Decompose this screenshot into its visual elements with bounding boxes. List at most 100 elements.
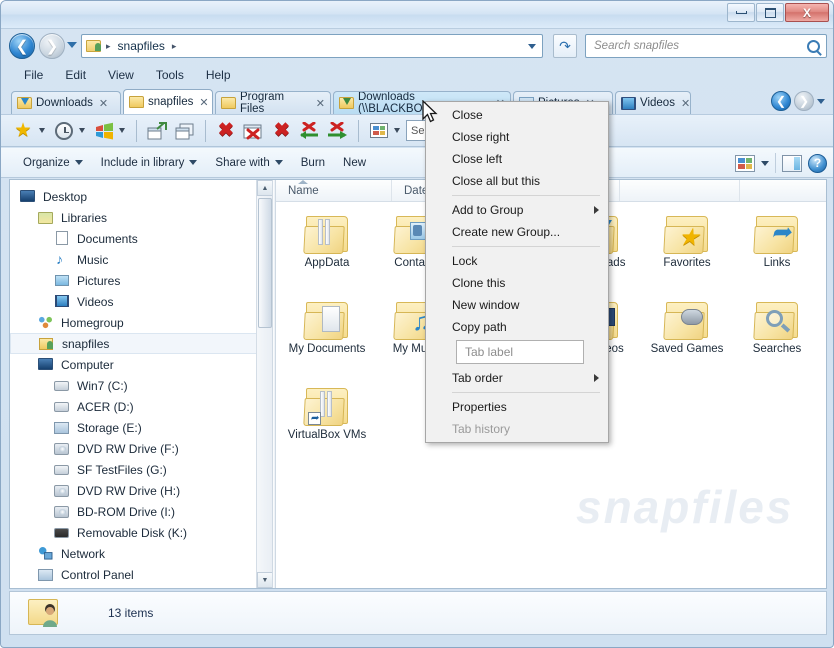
ctx-tab-order[interactable]: Tab order <box>426 367 608 389</box>
favorites-star-button[interactable]: ★ <box>11 118 37 144</box>
tree-item-videos[interactable]: Videos <box>10 291 272 312</box>
tab-close-icon[interactable]: ✕ <box>316 97 325 110</box>
share-with-button[interactable]: Share with <box>207 153 290 173</box>
preview-pane-icon[interactable] <box>782 154 802 172</box>
tree-item-sf-testfiles-g[interactable]: SF TestFiles (G:) <box>10 459 272 480</box>
breadcrumb-bar[interactable]: ▸ snapfiles ▸ <box>81 34 543 58</box>
ctx-create-new-group[interactable]: Create new Group... <box>426 221 608 243</box>
tab-list-dropdown-icon[interactable] <box>817 98 825 104</box>
tab-snapfiles[interactable]: snapfiles ✕ <box>123 89 213 114</box>
menu-tools[interactable]: Tools <box>147 65 193 85</box>
ctx-lock[interactable]: Lock <box>426 250 608 272</box>
file-item[interactable]: Saved Games <box>642 302 732 388</box>
tree-item-control-panel[interactable]: Control Panel <box>10 564 272 585</box>
ctx-close-left[interactable]: Close left <box>426 148 608 170</box>
menu-view[interactable]: View <box>99 65 143 85</box>
view-mode-button[interactable] <box>366 118 392 144</box>
tab-close-icon[interactable]: ✕ <box>99 97 108 110</box>
ctx-close-all-but-this[interactable]: Close all but this <box>426 170 608 192</box>
file-item[interactable]: My Documents <box>282 302 372 388</box>
scroll-down-button[interactable]: ▼ <box>257 572 272 588</box>
scroll-up-button[interactable]: ▲ <box>257 180 272 196</box>
tree-item-libraries[interactable]: Libraries <box>10 207 272 228</box>
tab-label-input[interactable] <box>463 344 583 360</box>
tab-downloads[interactable]: Downloads ✕ <box>11 91 121 114</box>
nav-scrollbar[interactable]: ▲ ▼ <box>256 180 272 588</box>
tree-item-desktop[interactable]: Desktop <box>10 186 272 207</box>
tree-item-documents[interactable]: Documents <box>10 228 272 249</box>
search-box[interactable] <box>585 34 827 58</box>
file-item[interactable]: ➦ Links <box>732 216 822 302</box>
file-item[interactable]: AppData <box>282 216 372 302</box>
tree-item-dvd-f[interactable]: DVD RW Drive (F:) <box>10 438 272 459</box>
close-tab-button[interactable]: ✖ <box>213 118 239 144</box>
tree-item-pictures[interactable]: Pictures <box>10 270 272 291</box>
ctx-close-right[interactable]: Close right <box>426 126 608 148</box>
windows-menu-dropdown-icon[interactable] <box>119 128 125 133</box>
close-button[interactable]: X <box>785 3 829 22</box>
close-right-button[interactable] <box>325 118 351 144</box>
tab-back-button[interactable]: ❮ <box>771 91 791 111</box>
column-header-name[interactable]: Name <box>276 180 392 201</box>
windows-menu-button[interactable] <box>91 118 117 144</box>
scroll-thumb[interactable] <box>258 198 272 328</box>
ctx-copy-path[interactable]: Copy path <box>426 316 608 338</box>
favorites-dropdown-icon[interactable] <box>39 128 45 133</box>
ctx-tab-label-field[interactable] <box>456 340 584 364</box>
column-header-extra-2[interactable] <box>620 180 740 201</box>
new-folder-button[interactable]: New <box>335 153 374 173</box>
minimize-button[interactable] <box>727 3 755 22</box>
back-button[interactable]: ❮ <box>9 33 35 59</box>
breadcrumb-item-snapfiles[interactable]: snapfiles <box>115 39 168 53</box>
close-all-tabs-button[interactable]: ✖ <box>269 118 295 144</box>
tab-forward-button[interactable]: ❯ <box>794 91 814 111</box>
ctx-clone-this[interactable]: Clone this <box>426 272 608 294</box>
search-input[interactable] <box>592 39 807 53</box>
tree-item-removable-k[interactable]: Removable Disk (K:) <box>10 522 272 543</box>
tree-item-win7-c[interactable]: Win7 (C:) <box>10 375 272 396</box>
close-left-button[interactable] <box>297 118 323 144</box>
menu-file[interactable]: File <box>15 65 52 85</box>
tree-item-music[interactable]: ♪ Music <box>10 249 272 270</box>
clone-tab-button[interactable] <box>172 118 198 144</box>
history-dropdown-icon[interactable] <box>67 42 77 48</box>
burn-button[interactable]: Burn <box>293 153 333 173</box>
tree-item-acer-d[interactable]: ACER (D:) <box>10 396 272 417</box>
view-mode-dropdown-icon[interactable] <box>394 128 400 133</box>
breadcrumb-dropdown-icon[interactable] <box>528 44 536 49</box>
tab-close-icon[interactable]: ✕ <box>681 97 690 110</box>
history-dropdown-icon-2[interactable] <box>79 128 85 133</box>
maximize-button[interactable] <box>756 3 784 22</box>
tab-close-icon[interactable]: ✕ <box>199 96 208 109</box>
menu-help[interactable]: Help <box>197 65 240 85</box>
refresh-button[interactable]: ↷ <box>553 34 577 58</box>
tree-item-dvd-h[interactable]: DVD RW Drive (H:) <box>10 480 272 501</box>
tab-videos[interactable]: Videos ✕ <box>615 91 691 114</box>
tree-item-storage-e[interactable]: Storage (E:) <box>10 417 272 438</box>
include-in-library-button[interactable]: Include in library <box>93 153 206 173</box>
ctx-close[interactable]: Close <box>426 104 608 126</box>
tree-item-network[interactable]: Network <box>10 543 272 564</box>
tree-item-computer[interactable]: Computer <box>10 354 272 375</box>
new-tab-button[interactable] <box>144 118 170 144</box>
organize-button[interactable]: Organize <box>15 153 91 173</box>
ctx-properties[interactable]: Properties <box>426 396 608 418</box>
ctx-add-to-group[interactable]: Add to Group <box>426 199 608 221</box>
file-item[interactable]: Searches <box>732 302 822 388</box>
ctx-new-window[interactable]: New window <box>426 294 608 316</box>
tab-program-files[interactable]: Program Files ✕ <box>215 91 331 114</box>
file-item[interactable]: ★ Favorites <box>642 216 732 302</box>
file-item[interactable]: ➦ VirtualBox VMs <box>282 388 372 474</box>
tree-item-homegroup[interactable]: Homegroup <box>10 312 272 333</box>
change-view-icon[interactable] <box>735 154 755 172</box>
forward-button[interactable]: ❯ <box>39 33 65 59</box>
help-icon[interactable]: ? <box>808 153 827 173</box>
close-tab-window-button[interactable] <box>241 118 267 144</box>
tree-item-snapfiles[interactable]: snapfiles <box>10 333 272 354</box>
tree-item-bdrom-i[interactable]: BD-ROM Drive (I:) <box>10 501 272 522</box>
chevron-down-icon <box>274 160 283 165</box>
view-dropdown-icon[interactable] <box>761 160 769 166</box>
breadcrumb-separator-end[interactable]: ▸ <box>170 41 179 52</box>
history-button[interactable] <box>51 118 77 144</box>
menu-edit[interactable]: Edit <box>56 65 95 85</box>
